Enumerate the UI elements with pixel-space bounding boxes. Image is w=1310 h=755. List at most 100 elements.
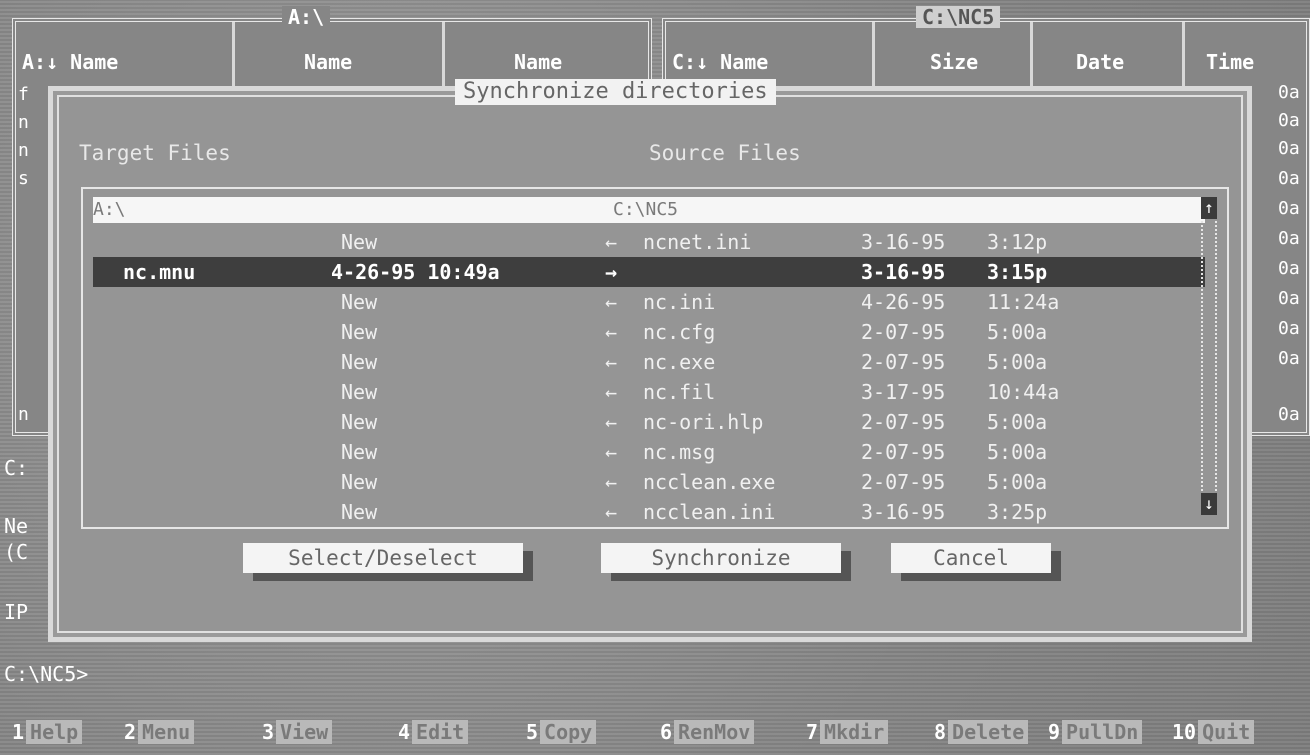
right-panel-time-fragment[interactable]: 0a [1278,198,1300,219]
fkey-label: Edit [412,720,469,744]
target-info-cell: New [341,290,378,314]
right-panel-time-fragment[interactable]: 0a [1278,288,1300,309]
left-col-header-name-2[interactable]: Name [304,50,352,74]
file-row[interactable]: New ← nc.msg 2-07-95 5:00a [93,437,1205,467]
command-prompt[interactable]: C:\NC5> [4,662,88,686]
date-cell: 4-26-95 [861,290,946,314]
right-panel-time-fragment[interactable]: 0a [1278,348,1300,369]
background-text-fragment: IP [4,600,29,624]
time-cell: 5:00a [987,410,1048,434]
arrow-cell: ← [605,230,618,254]
fkey-number: 4 [398,720,411,744]
source-name-cell: nc.msg [643,440,716,464]
fkey-1[interactable]: 1 Help [12,718,83,746]
file-row[interactable]: New ← nc.ini 4-26-95 11:24a [93,287,1205,317]
source-path: C:\NC5 [613,199,679,220]
synchronize-button[interactable]: Synchronize [601,543,841,573]
left-col-header-name-3[interactable]: Name [514,50,562,74]
dialog-title: Synchronize directories [455,79,776,105]
right-panel-time-fragment[interactable]: 0a [1278,82,1300,103]
fkey-7[interactable]: 7 Mkdir [806,718,889,746]
file-row[interactable]: New ← nc-ori.hlp 2-07-95 5:00a [93,407,1205,437]
fkey-number: 1 [12,720,25,744]
file-row[interactable]: New ← ncnet.ini 3-16-95 3:12p [93,227,1205,257]
file-row[interactable]: New ← nc.fil 3-17-95 10:44a [93,377,1205,407]
fkey-number: 6 [660,720,673,744]
target-info-cell: New [341,500,378,524]
fkey-3[interactable]: 3 View [262,718,333,746]
right-col-header-time[interactable]: Time [1206,50,1254,74]
target-info-cell: New [341,380,378,404]
arrow-cell: ← [605,470,618,494]
fkey-label: Delete [948,720,1029,744]
right-panel-time-fragment[interactable]: 0a [1278,138,1300,159]
arrow-cell: ← [605,410,618,434]
source-name-cell: nc-ori.hlp [643,410,764,434]
fkey-number: 10 [1172,720,1197,744]
file-row[interactable]: New ← ncclean.ini 3-16-95 3:25p [93,497,1205,527]
file-row[interactable]: New ← nc.cfg 2-07-95 5:00a [93,317,1205,347]
right-panel-time-fragment[interactable]: 0a [1278,318,1300,339]
dos-screen: A:\ A:↓ Name Name Name f n n s n C:\NC5 … [0,0,1310,755]
right-col-header-name[interactable]: C:↓ Name [672,50,768,74]
fkey-5[interactable]: 5 Copy [526,718,597,746]
background-text-fragment: C: [4,456,29,480]
date-cell: 2-07-95 [861,440,946,464]
left-panel-file-fragment[interactable]: s [18,168,29,189]
file-row[interactable]: New ← nc.exe 2-07-95 5:00a [93,347,1205,377]
file-comparison-list[interactable]: A:\ C:\NC5 New ← ncnet.ini 3-16-95 3:12p nc.m… [81,187,1229,529]
fkey-6[interactable]: 6 RenMov [660,718,755,746]
left-panel-file-fragment[interactable]: n [18,140,29,161]
left-panel-file-fragment[interactable]: f [18,84,29,105]
fkey-8[interactable]: 8 Delete [934,718,1029,746]
file-row[interactable]: New ← ncclean.exe 2-07-95 5:00a [93,467,1205,497]
arrow-cell: ← [605,320,618,344]
source-name-cell: nc.exe [643,350,716,374]
cancel-button[interactable]: Cancel [891,543,1051,573]
target-info-cell: New [341,440,378,464]
scroll-down-icon[interactable]: ↓ [1201,493,1217,515]
fkey-9[interactable]: 9 PullDn [1048,718,1143,746]
source-name-cell: nc.ini [643,290,716,314]
date-cell: 2-07-95 [861,350,946,374]
right-panel-time-fragment[interactable]: 0a [1278,228,1300,249]
target-info-cell: New [341,230,378,254]
fkey-10[interactable]: 10 Quit [1172,718,1255,746]
background-text-fragment: Ne [4,514,29,538]
arrow-cell: → [605,260,618,284]
right-col-header-date[interactable]: Date [1076,50,1124,74]
time-cell: 3:25p [987,500,1048,524]
right-panel-time-fragment[interactable]: 0a [1278,258,1300,279]
right-col-header-size[interactable]: Size [930,50,978,74]
date-cell: 3-17-95 [861,380,946,404]
target-files-label: Target Files [79,141,231,165]
fkey-4[interactable]: 4 Edit [398,718,469,746]
time-cell: 3:12p [987,230,1048,254]
fkey-number: 8 [934,720,947,744]
fkey-number: 3 [262,720,275,744]
target-path: A:\ [93,199,126,220]
fkey-label: Mkdir [820,720,889,744]
right-panel-time-fragment[interactable]: 0a [1278,404,1300,425]
fkey-label: Help [26,720,83,744]
fkey-number: 7 [806,720,819,744]
left-panel-file-fragment[interactable]: n [18,404,29,425]
target-info-cell: New [341,470,378,494]
right-panel-time-fragment[interactable]: 0a [1278,168,1300,189]
left-panel-file-fragment[interactable]: n [18,112,29,133]
time-cell: 10:44a [987,380,1060,404]
time-cell: 5:00a [987,350,1048,374]
select-deselect-button[interactable]: Select/Deselect [243,543,523,573]
target-name-cell: nc.mnu [123,260,196,284]
left-panel-title: A:\ [282,6,331,28]
synchronize-dialog: Synchronize directories Target Files Sou… [48,79,1252,642]
fkey-label: Quit [1198,720,1255,744]
scroll-up-icon[interactable]: ↑ [1201,197,1217,219]
vertical-scrollbar[interactable]: ↑ ↓ [1201,197,1217,515]
left-col-header-name-1[interactable]: A:↓ Name [22,50,118,74]
fkey-2[interactable]: 2 Menu [124,718,195,746]
file-row[interactable]: nc.mnu 4-26-95 10:49a → 3-16-95 3:15p [93,257,1205,287]
arrow-cell: ← [605,500,618,524]
right-panel-time-fragment[interactable]: 0a [1278,110,1300,131]
target-info-cell: New [341,350,378,374]
